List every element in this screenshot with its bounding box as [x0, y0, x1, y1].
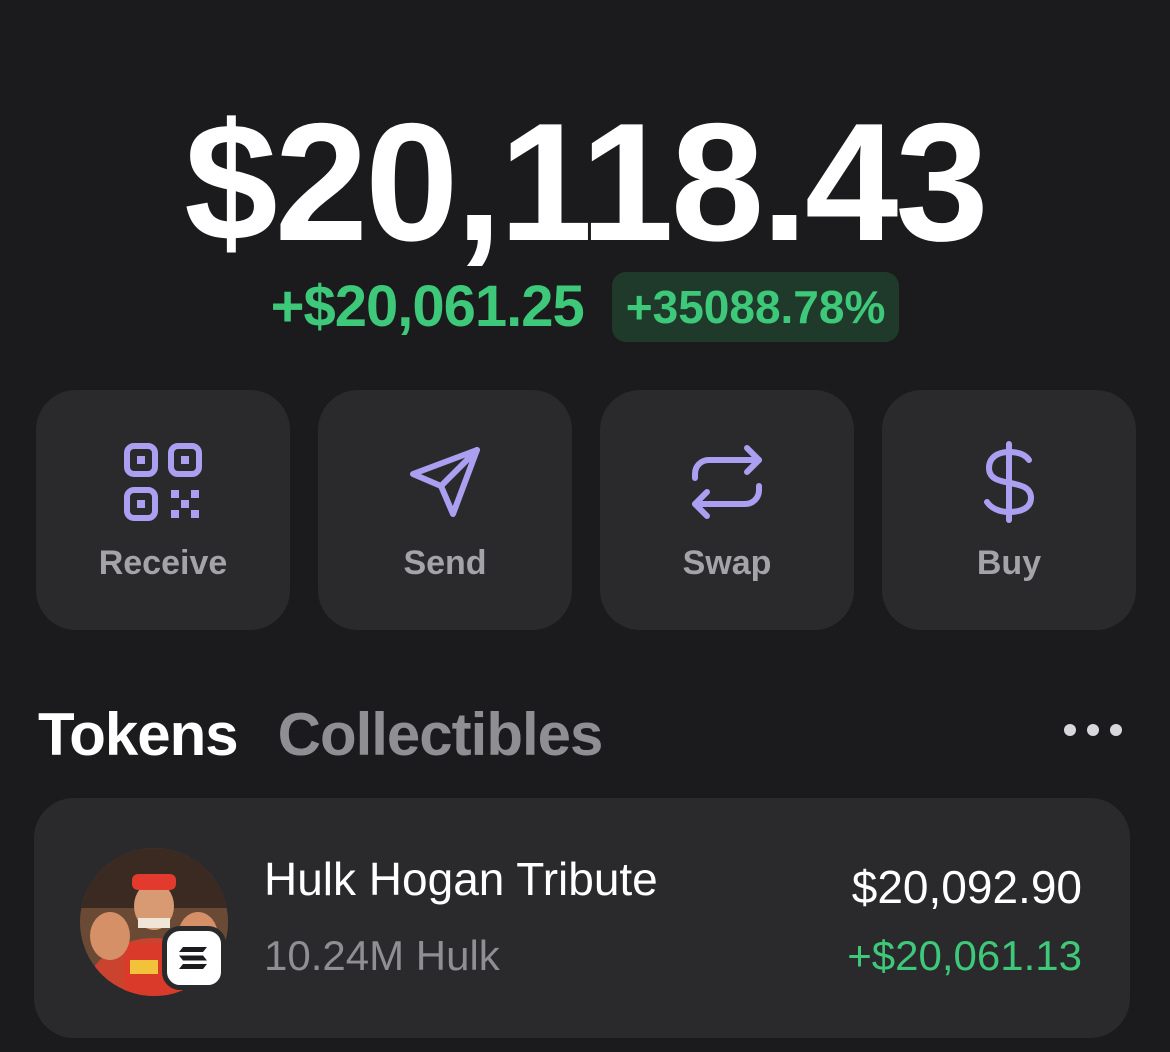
action-buttons: Receive Send Swap Buy [36, 390, 1136, 630]
balance-change-percent-badge: +35088.78% [611, 272, 900, 342]
send-icon [410, 447, 480, 517]
buy-label: Buy [976, 544, 1042, 582]
token-amount: 10.24M Hulk [264, 932, 500, 979]
token-name: Hulk Hogan Tribute [264, 853, 658, 905]
buy-button[interactable]: Buy [882, 390, 1136, 630]
receive-button[interactable]: Receive [36, 390, 290, 630]
asset-tabs: Tokens Collectibles [38, 700, 604, 769]
dollar-icon [984, 441, 1035, 523]
token-change: +$20,061.13 [847, 932, 1082, 979]
send-label: Send [403, 544, 487, 582]
wallet-screen: $20,118.43 +$20,061.25 +35088.78% Receiv… [0, 0, 1170, 1052]
total-balance: $20,118.43 [184, 88, 989, 276]
chain-badge [162, 926, 226, 990]
tab-collectibles[interactable]: Collectibles [278, 700, 604, 769]
more-options-icon[interactable] [1064, 720, 1122, 740]
send-button[interactable]: Send [318, 390, 572, 630]
token-value: $20,092.90 [851, 861, 1082, 913]
swap-icon [692, 445, 762, 519]
receive-label: Receive [98, 544, 228, 582]
token-row[interactable]: Hulk Hogan Tribute 10.24M Hulk $20,092.9… [34, 798, 1130, 1038]
swap-button[interactable]: Swap [600, 390, 854, 630]
tab-tokens[interactable]: Tokens [38, 700, 239, 769]
balance-change-row: +$20,061.25 +35088.78% [0, 272, 1170, 342]
solana-icon [179, 947, 207, 969]
balance-change-amount: +$20,061.25 [270, 274, 585, 339]
qr-code-icon [124, 443, 202, 521]
swap-label: Swap [682, 544, 772, 582]
